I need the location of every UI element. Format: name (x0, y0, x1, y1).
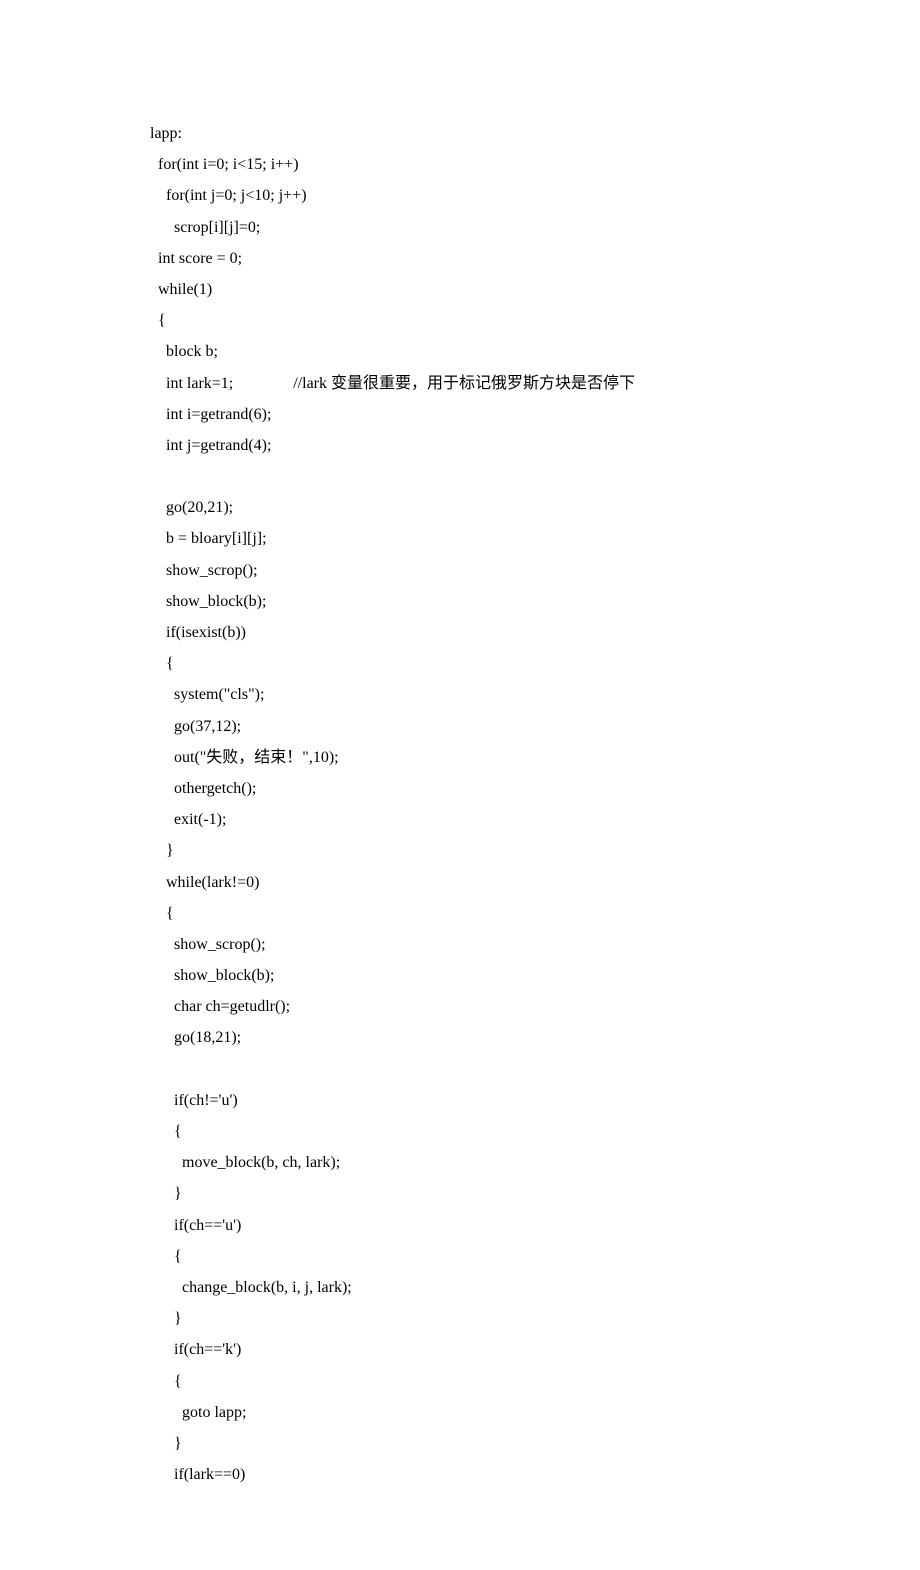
code-line: out("失败，结束！",10); (150, 742, 860, 773)
code-line: scrop[i][j]=0; (150, 212, 860, 243)
code-line: int i=getrand(6); (150, 399, 860, 430)
code-line: b = bloary[i][j]; (150, 523, 860, 554)
code-line: } (150, 1303, 860, 1334)
code-line: char ch=getudlr(); (150, 991, 860, 1022)
code-line: if(isexist(b)) (150, 617, 860, 648)
code-line: move_block(b, ch, lark); (150, 1147, 860, 1178)
code-line: while(lark!=0) (150, 867, 860, 898)
code-line: while(1) (150, 274, 860, 305)
code-line: { (150, 1366, 860, 1397)
code-line: int lark=1; //lark 变量很重要，用于标记俄罗斯方块是否停下 (150, 368, 860, 399)
code-line: show_block(b); (150, 960, 860, 991)
code-line: exit(-1); (150, 804, 860, 835)
code-line: { (150, 1116, 860, 1147)
code-line: { (150, 648, 860, 679)
code-line: int score = 0; (150, 243, 860, 274)
code-line: if(ch=='u') (150, 1210, 860, 1241)
code-line: show_block(b); (150, 586, 860, 617)
code-line: go(20,21); (150, 492, 860, 523)
code-line: { (150, 305, 860, 336)
code-line: go(18,21); (150, 1022, 860, 1053)
code-line: } (150, 1178, 860, 1209)
code-line: lapp: (150, 118, 860, 149)
code-line: if(lark==0) (150, 1459, 860, 1490)
code-line: { (150, 1241, 860, 1272)
code-line: for(int j=0; j<10; j++) (150, 180, 860, 211)
code-line: othergetch(); (150, 773, 860, 804)
code-line: goto lapp; (150, 1397, 860, 1428)
code-line: } (150, 835, 860, 866)
code-line (150, 1054, 860, 1085)
code-line: show_scrop(); (150, 555, 860, 586)
code-page: lapp: for(int i=0; i<15; i++) for(int j=… (0, 0, 920, 1570)
code-block: lapp: for(int i=0; i<15; i++) for(int j=… (150, 118, 860, 1490)
code-line: system("cls"); (150, 679, 860, 710)
code-line: int j=getrand(4); (150, 430, 860, 461)
code-line (150, 461, 860, 492)
code-line: if(ch=='k') (150, 1334, 860, 1365)
code-line: change_block(b, i, j, lark); (150, 1272, 860, 1303)
code-line: { (150, 898, 860, 929)
code-line: go(37,12); (150, 711, 860, 742)
code-line: for(int i=0; i<15; i++) (150, 149, 860, 180)
code-line: if(ch!='u') (150, 1085, 860, 1116)
code-line: show_scrop(); (150, 929, 860, 960)
code-line: block b; (150, 336, 860, 367)
code-line: } (150, 1428, 860, 1459)
